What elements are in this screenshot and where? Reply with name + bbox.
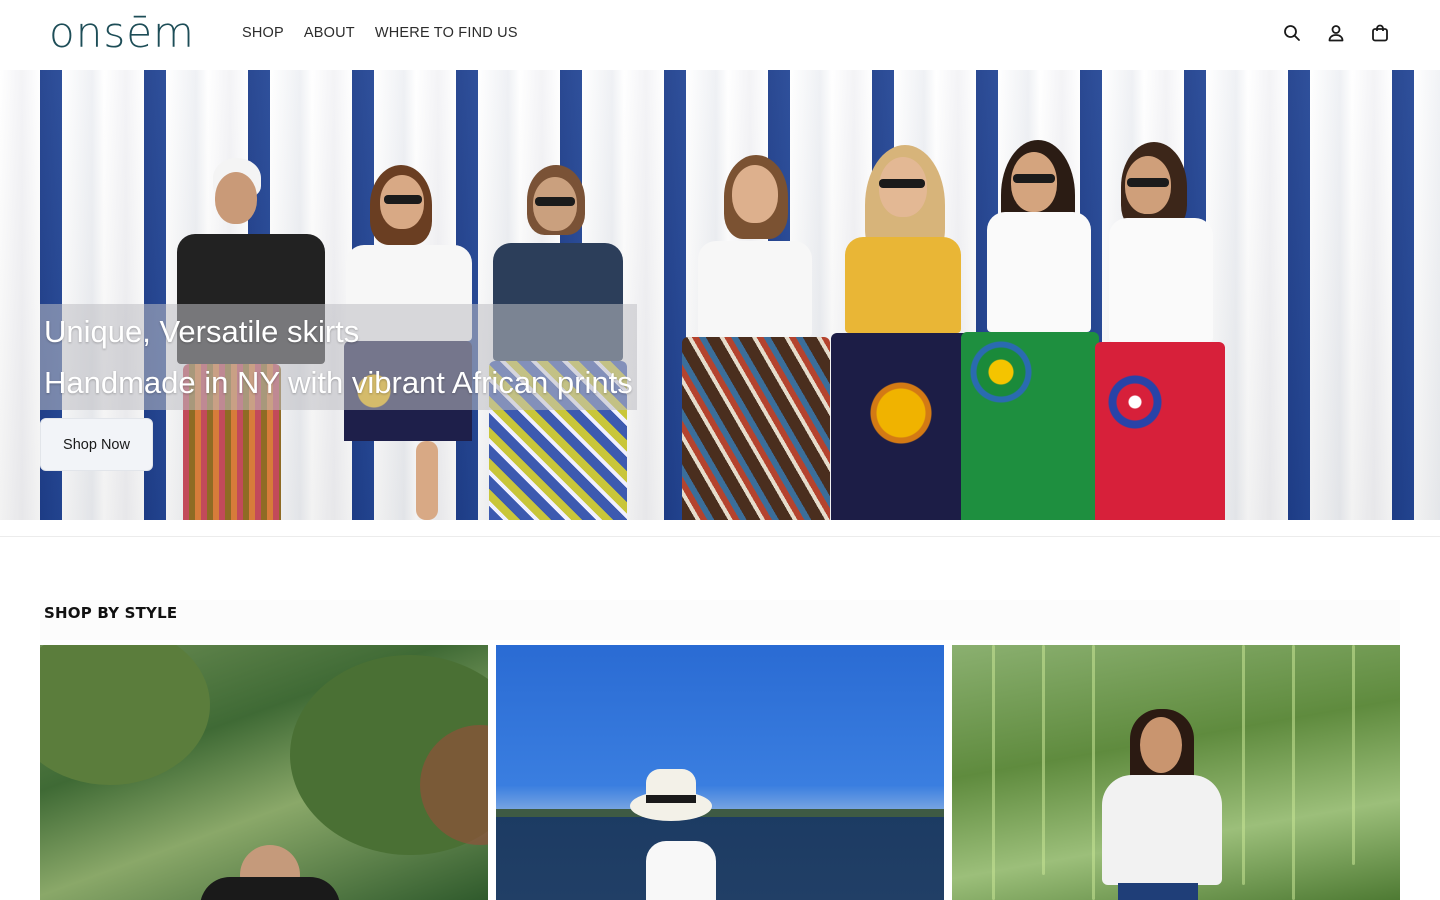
logo-text: onsēm (49, 8, 195, 57)
style-card-1[interactable] (40, 645, 488, 900)
nav-shop[interactable]: SHOP (242, 25, 284, 41)
style-card-3[interactable] (952, 645, 1400, 900)
nav-about[interactable]: ABOUT (304, 25, 355, 41)
hero-banner: Unique, Versatile skirts Handmade in NY … (0, 70, 1440, 520)
header-icons (1282, 23, 1390, 43)
section-title: SHOP BY STYLE (44, 604, 178, 622)
search-icon[interactable] (1282, 23, 1302, 43)
hero-headline-box: Unique, Versatile skirts Handmade in NY … (40, 304, 637, 410)
hero-headline-line-2: Handmade in NY with vibrant African prin… (44, 365, 633, 400)
section-divider (0, 536, 1440, 537)
main-nav: SHOP ABOUT WHERE TO FIND US (242, 25, 518, 41)
cart-icon[interactable] (1370, 23, 1390, 43)
section-header-bar (40, 600, 1400, 640)
shop-now-button[interactable]: Shop Now (40, 418, 153, 471)
person-head (1140, 717, 1182, 773)
nav-where-to-find-us[interactable]: WHERE TO FIND US (375, 25, 518, 41)
site-header: onsēm SHOP ABOUT WHERE TO FIND US (0, 0, 1440, 70)
logo[interactable]: onsēm (49, 11, 195, 55)
hero-headline-line-1: Unique, Versatile skirts (44, 314, 360, 349)
style-card-2[interactable] (496, 645, 944, 900)
account-icon[interactable] (1326, 23, 1346, 43)
